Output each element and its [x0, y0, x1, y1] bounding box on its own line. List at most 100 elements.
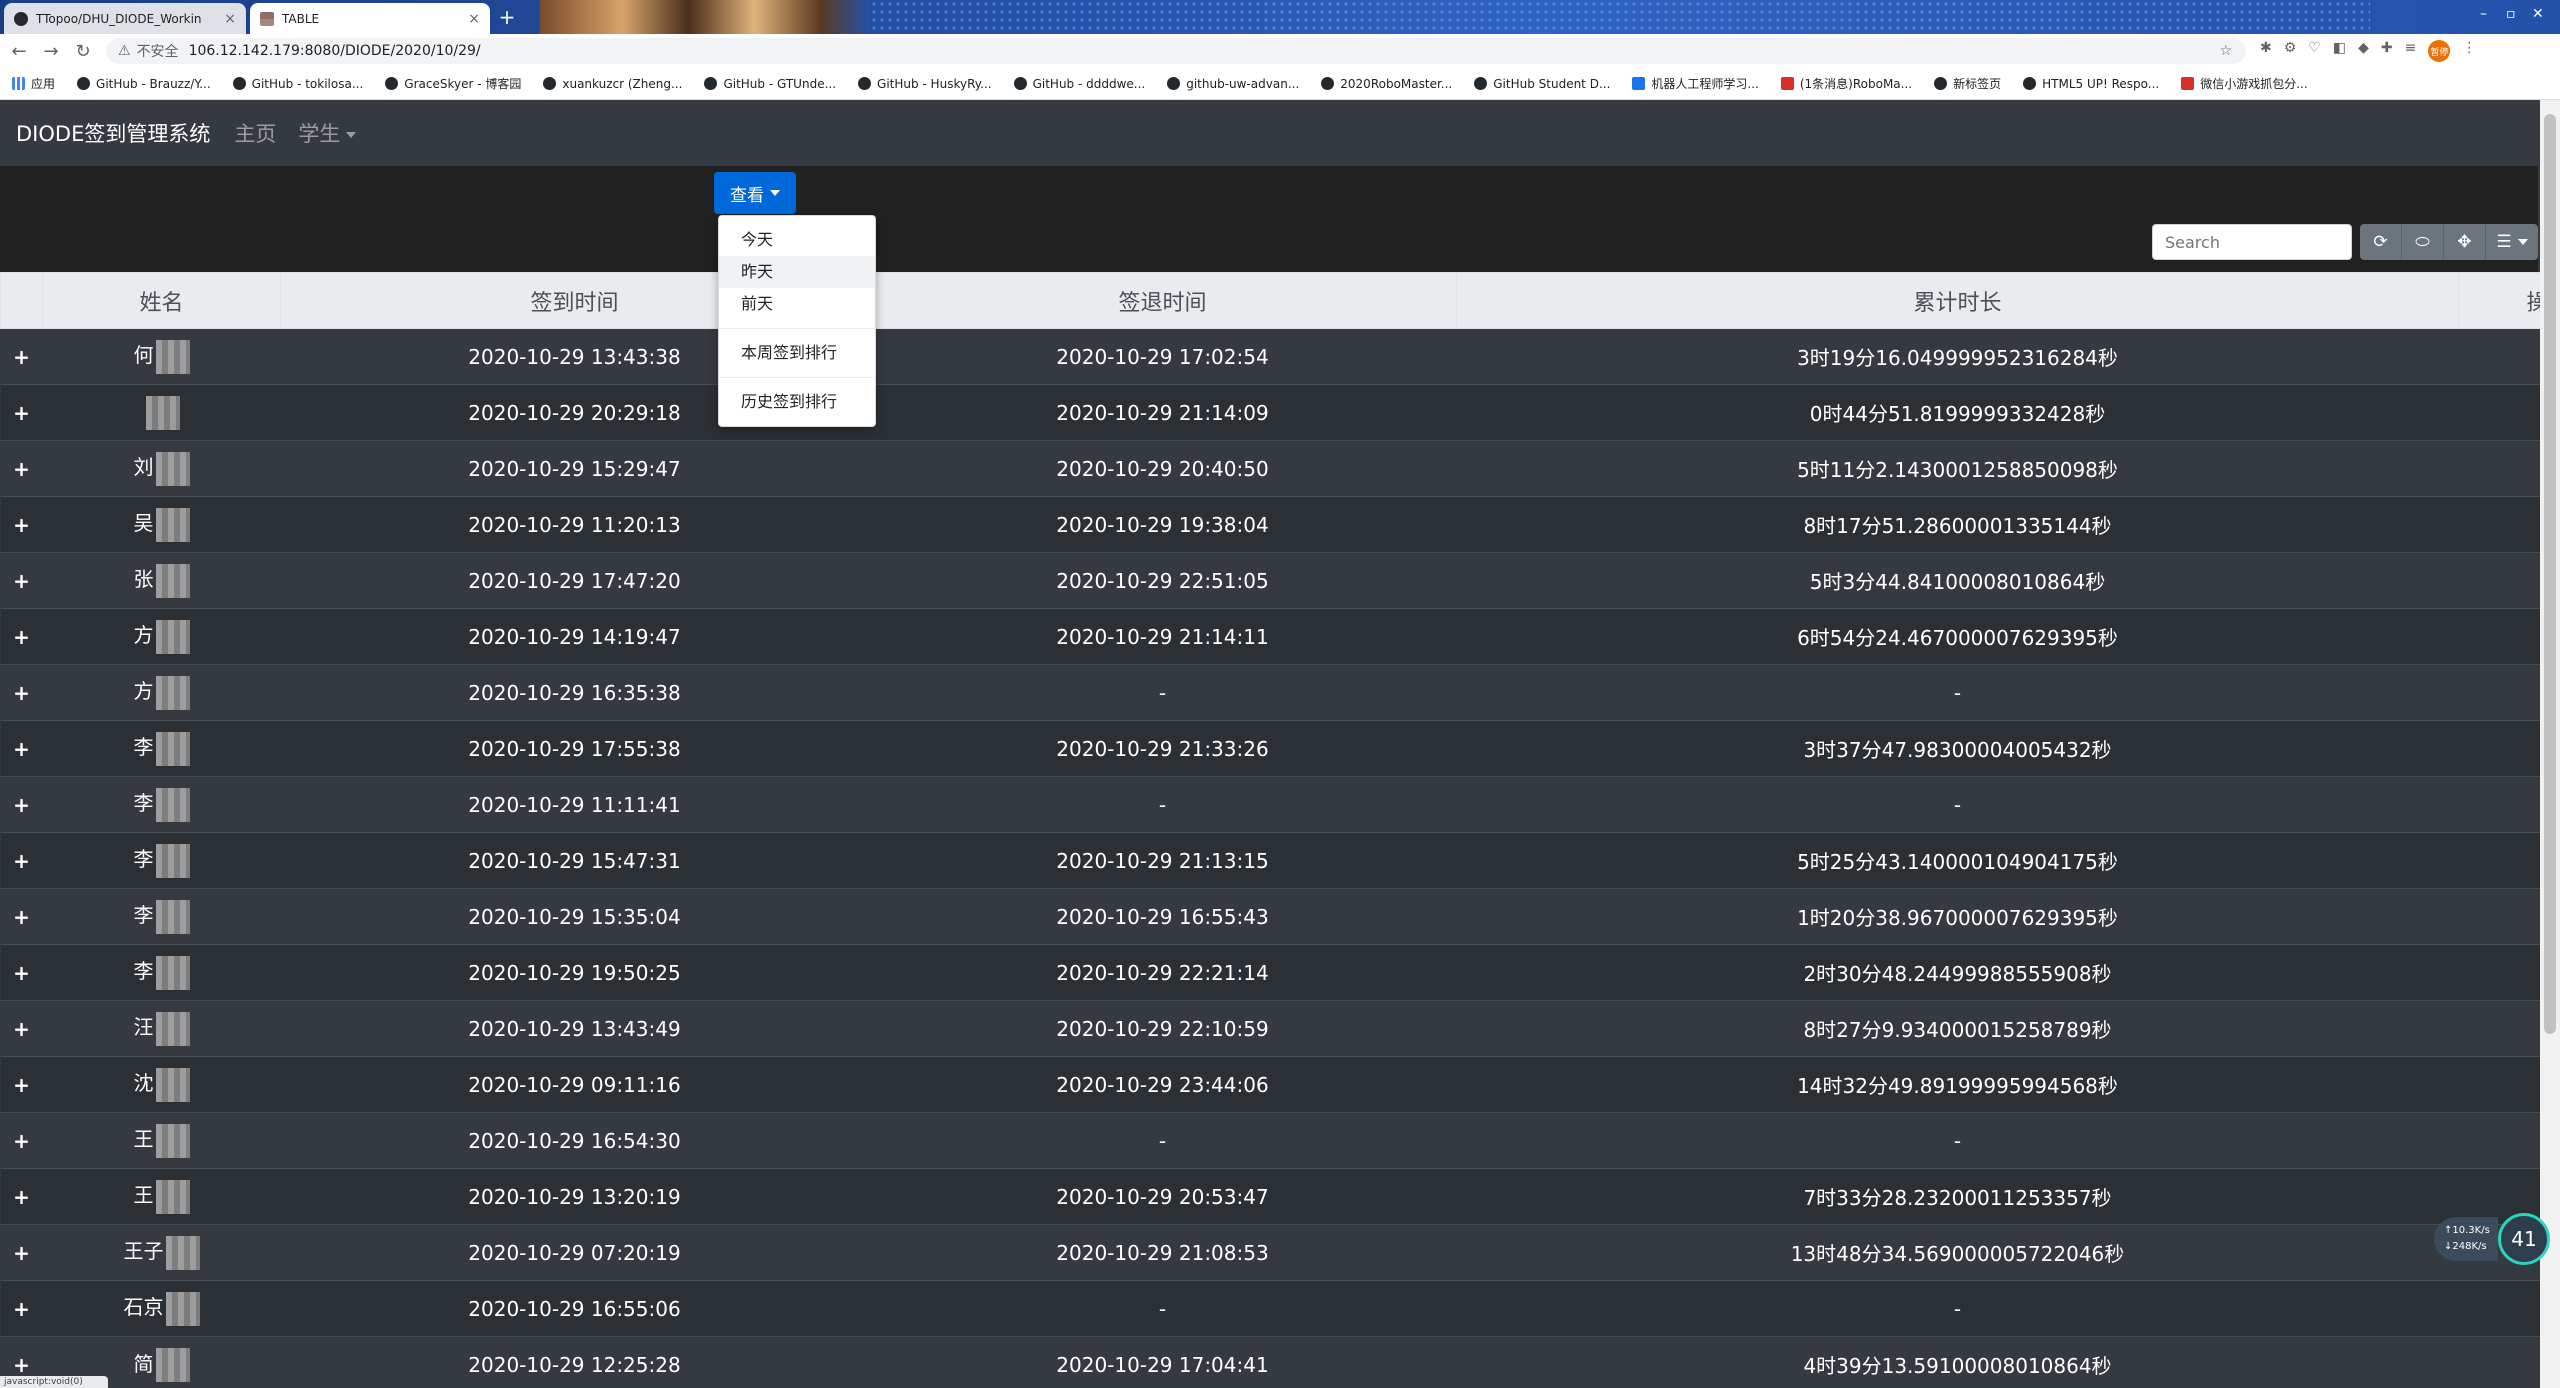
- bookmark-item[interactable]: 应用: [12, 75, 55, 92]
- new-tab-button[interactable]: +: [494, 6, 520, 30]
- expand-row-icon[interactable]: +: [0, 1224, 43, 1281]
- bookmark-item[interactable]: 新标签页: [1934, 75, 2001, 92]
- apps-icon: [12, 77, 25, 90]
- cell-duration: 14时32分49.89199995994568秒: [1456, 1056, 2459, 1113]
- expand-row-icon[interactable]: +: [0, 1112, 43, 1169]
- bookmark-item[interactable]: GraceSkyer - 博客园: [385, 75, 521, 92]
- puzzle-icon[interactable]: ✚: [2381, 40, 2393, 62]
- cell-checkout: 2020-10-29 20:53:47: [868, 1168, 1457, 1225]
- menu-item-day-before[interactable]: 前天: [719, 288, 875, 320]
- address-bar-row: ← → ↻ ⚠ 不安全 106.12.142.179:8080/DIODE/20…: [0, 34, 2560, 68]
- expand-row-icon[interactable]: +: [0, 776, 43, 833]
- expand-row-icon[interactable]: +: [0, 1280, 43, 1337]
- col-name[interactable]: 姓名: [42, 272, 281, 329]
- toggle-icon[interactable]: ⬭: [2402, 224, 2444, 260]
- expand-row-icon[interactable]: +: [0, 832, 43, 889]
- maximize-icon[interactable]: ▫: [2506, 6, 2516, 22]
- profile-avatar[interactable]: 暂停: [2428, 40, 2451, 62]
- forward-icon[interactable]: →: [38, 41, 64, 62]
- bookmark-star-icon[interactable]: ☆: [2219, 43, 2232, 59]
- menu-item-today[interactable]: 今天: [719, 224, 875, 256]
- bookmark-item[interactable]: xuankuzcr (Zheng...: [543, 77, 682, 91]
- back-icon[interactable]: ←: [6, 41, 32, 62]
- reload-icon[interactable]: ↻: [70, 41, 96, 62]
- github-icon: [704, 77, 718, 90]
- expand-row-icon[interactable]: +: [0, 1056, 43, 1113]
- table-row: + 李 2020-10-29 17:55:38 2020-10-29 21:33:26…: [0, 720, 2560, 777]
- close-icon[interactable]: ×: [224, 11, 236, 27]
- expand-row-icon[interactable]: +: [0, 944, 43, 1001]
- col-duration[interactable]: 累计时长: [1456, 272, 2459, 329]
- globe-icon: [1934, 77, 1948, 90]
- expand-row-icon[interactable]: +: [0, 608, 43, 665]
- cell-checkin: 2020-10-29 16:55:06: [280, 1280, 869, 1337]
- fullscreen-icon[interactable]: ✥: [2444, 224, 2486, 260]
- extension-icon[interactable]: ◧: [2333, 40, 2346, 62]
- page-scrollbar[interactable]: [2540, 100, 2560, 1388]
- extension-icon[interactable]: ⚙: [2284, 40, 2297, 62]
- menu-item-week-ranking[interactable]: 本周签到排行: [719, 337, 875, 369]
- expand-row-icon[interactable]: +: [0, 496, 43, 553]
- refresh-icon[interactable]: ⟳: [2360, 224, 2402, 260]
- close-icon[interactable]: ×: [468, 11, 480, 27]
- extension-icon[interactable]: ✱: [2260, 40, 2272, 62]
- bookmark-item[interactable]: GitHub - HuskyRy...: [858, 77, 992, 91]
- expand-row-icon[interactable]: +: [0, 440, 43, 497]
- cell-checkin: 2020-10-29 15:29:47: [280, 440, 869, 497]
- cell-name: 石京: [42, 1280, 281, 1337]
- search-input[interactable]: [2152, 224, 2352, 260]
- extension-icon[interactable]: ◆: [2358, 40, 2369, 62]
- tab-title: TTopoo/DHU_DIODE_Workin: [36, 11, 202, 26]
- app-navbar: DIODE签到管理系统 主页 学生: [0, 100, 2538, 166]
- table-row: + 简 2020-10-29 12:25:28 2020-10-29 17:04:41…: [0, 1336, 2560, 1388]
- bookmark-item[interactable]: 微信小游戏抓包分...: [2181, 75, 2308, 92]
- expand-row-icon[interactable]: +: [0, 664, 43, 721]
- reading-list-icon[interactable]: ≡: [2405, 40, 2417, 62]
- tab-github[interactable]: TTopoo/DHU_DIODE_Workin ×: [4, 3, 246, 34]
- bookmark-item[interactable]: (1条消息)RoboMa...: [1780, 75, 1912, 92]
- cell-checkin: 2020-10-29 19:50:25: [280, 944, 869, 1001]
- menu-item-history-ranking[interactable]: 历史签到排行: [719, 386, 875, 418]
- bookmark-item[interactable]: 2020RoboMaster...: [1321, 77, 1452, 91]
- nav-student-dropdown[interactable]: 学生: [298, 118, 357, 148]
- menu-item-yesterday[interactable]: 昨天: [719, 256, 875, 288]
- cell-name: 李: [42, 888, 281, 945]
- expand-row-icon[interactable]: +: [0, 1000, 43, 1057]
- expand-row-icon[interactable]: +: [0, 888, 43, 945]
- url-text[interactable]: 106.12.142.179:8080/DIODE/2020/10/29/: [189, 43, 2220, 59]
- bookmark-item[interactable]: github-uw-advan...: [1167, 77, 1299, 91]
- theme-pattern: [870, 0, 2370, 34]
- network-monitor-widget[interactable]: ↑10.3K/s ↓248K/s 41: [2434, 1212, 2552, 1266]
- expand-row-icon[interactable]: +: [0, 720, 43, 777]
- bookmark-item[interactable]: GitHub Student D...: [1474, 77, 1610, 91]
- table-row: + 何 2020-10-29 13:43:38 2020-10-29 17:02:54…: [0, 328, 2560, 385]
- cell-name: 方: [42, 664, 281, 721]
- bookmark-item[interactable]: GitHub - tokilosa...: [232, 77, 363, 91]
- expand-row-icon[interactable]: +: [0, 552, 43, 609]
- expand-row-icon[interactable]: +: [0, 384, 43, 441]
- bookmark-item[interactable]: GitHub - GTUnde...: [704, 77, 836, 91]
- columns-icon[interactable]: ☰: [2486, 224, 2538, 260]
- minimize-icon[interactable]: –: [2480, 6, 2487, 22]
- bookmark-item[interactable]: GitHub - Brauzz/Y...: [77, 77, 211, 91]
- tab-table[interactable]: TABLE ×: [250, 3, 490, 34]
- col-checkout[interactable]: 签退时间: [868, 272, 1457, 329]
- bookmark-item[interactable]: HTML5 UP! Respo...: [2023, 77, 2159, 91]
- cell-checkin: 2020-10-29 16:35:38: [280, 664, 869, 721]
- cell-duration: 5时3分44.84100008010864秒: [1456, 552, 2459, 609]
- omnibox[interactable]: ⚠ 不安全 106.12.142.179:8080/DIODE/2020/10/…: [106, 38, 2246, 64]
- bookmark-item[interactable]: GitHub - ddddwe...: [1013, 77, 1145, 91]
- redacted-mosaic: [155, 1123, 190, 1158]
- view-dropdown-button[interactable]: 查看: [714, 172, 796, 214]
- app-brand[interactable]: DIODE签到管理系统: [16, 118, 210, 148]
- expand-row-icon[interactable]: +: [0, 1168, 43, 1225]
- expand-row-icon[interactable]: +: [0, 328, 43, 385]
- window-close-icon[interactable]: ✕: [2532, 6, 2544, 22]
- redacted-mosaic: [145, 395, 180, 430]
- scrollbar-thumb[interactable]: [2544, 114, 2556, 1034]
- cell-checkout: 2020-10-29 22:10:59: [868, 1000, 1457, 1057]
- menu-kebab-icon[interactable]: ⋮: [2462, 40, 2476, 62]
- extension-icon[interactable]: ♡: [2308, 40, 2321, 62]
- nav-home[interactable]: 主页: [234, 118, 276, 148]
- bookmark-item[interactable]: 机器人工程师学习...: [1632, 75, 1759, 92]
